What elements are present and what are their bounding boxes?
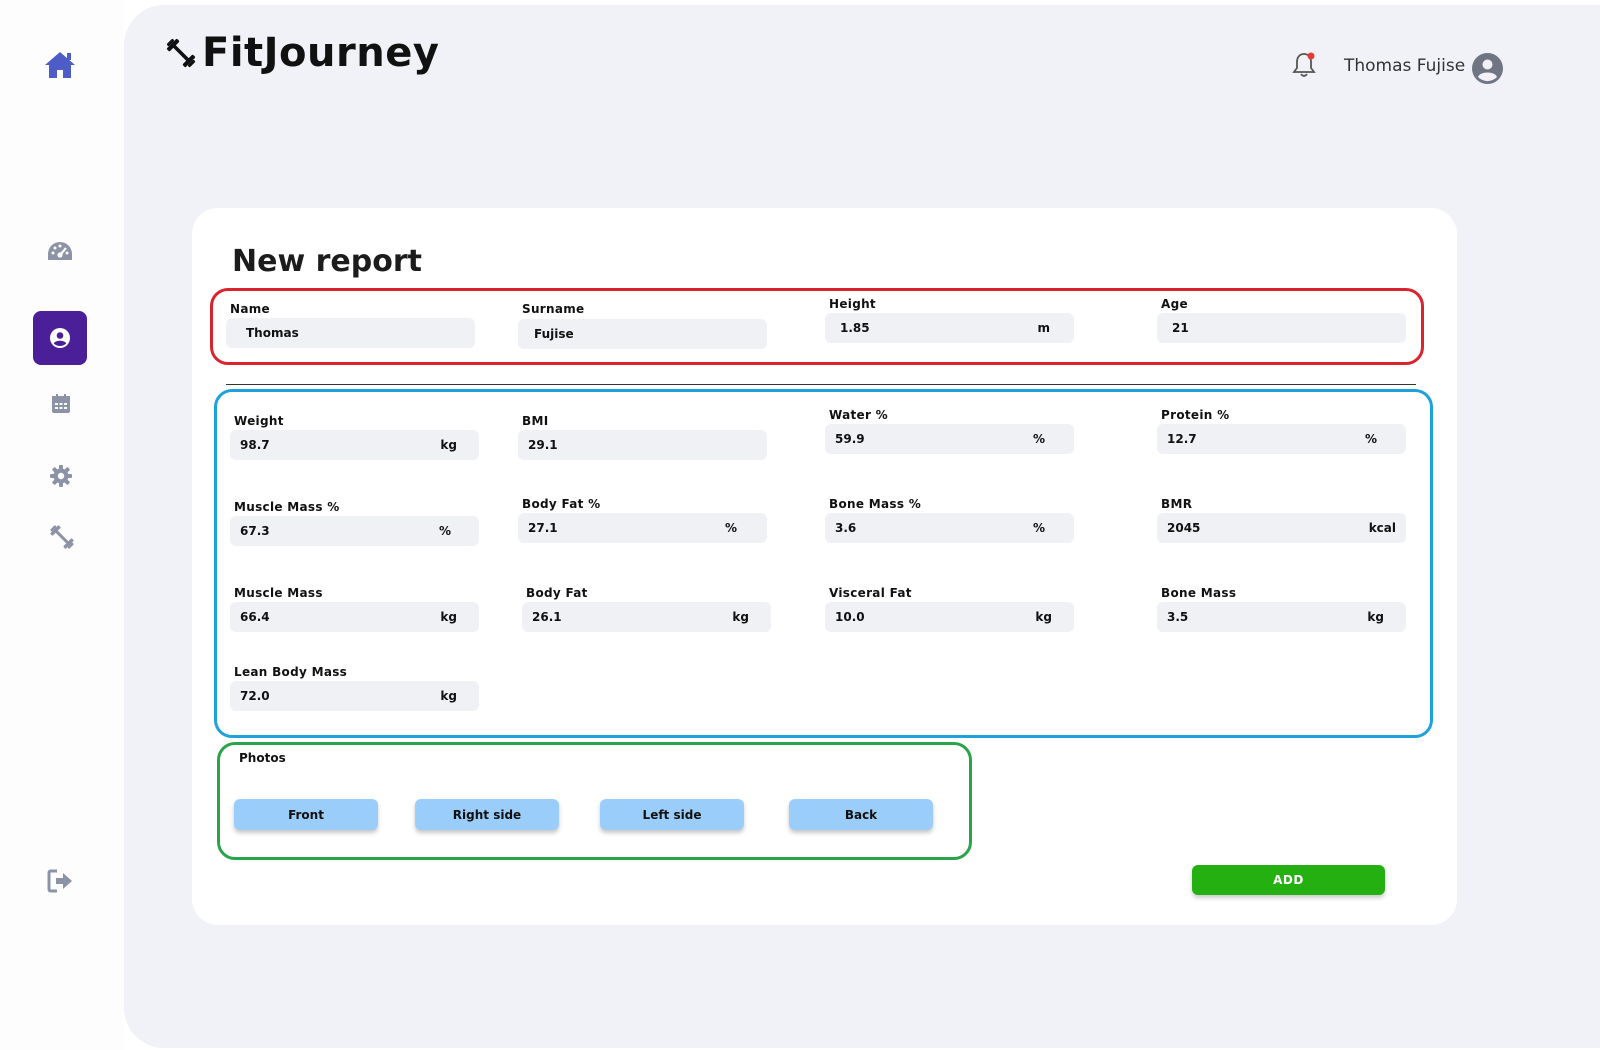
visceral-fat-unit: kg: [1035, 610, 1052, 624]
settings-icon: [50, 465, 72, 487]
age-input[interactable]: 21: [1157, 313, 1406, 343]
nav-calendar[interactable]: [48, 391, 74, 417]
bone-mass-input[interactable]: 3.5 kg: [1157, 602, 1406, 632]
nav-workouts[interactable]: [47, 522, 77, 552]
muscle-mass-input[interactable]: 66.4 kg: [230, 602, 479, 632]
body-fat-unit: kg: [732, 610, 749, 624]
nav-home[interactable]: [40, 48, 80, 82]
body-fat-input[interactable]: 26.1 kg: [522, 602, 771, 632]
water-input[interactable]: 59.9 %: [825, 424, 1074, 454]
muscle-pct-unit: %: [438, 524, 451, 538]
muscle-mass-value: 66.4: [240, 610, 270, 624]
bmr-input[interactable]: 2045 kcal: [1157, 513, 1406, 543]
photo-back-button[interactable]: Back: [789, 799, 933, 830]
bell-icon: [1292, 52, 1316, 77]
age-value: 21: [1172, 321, 1189, 335]
bone-pct-value: 3.6: [835, 521, 857, 535]
protein-label: Protein %: [1161, 408, 1230, 422]
protein-unit: %: [1364, 432, 1377, 446]
page-title: New report: [232, 244, 422, 279]
bmi-label: BMI: [522, 414, 549, 428]
surname-label: Surname: [522, 302, 585, 316]
water-label: Water %: [829, 408, 889, 422]
name-label: Name: [230, 302, 270, 316]
bmi-input[interactable]: 29.1: [518, 430, 767, 460]
logout-icon: [47, 869, 72, 893]
nav-settings[interactable]: [47, 462, 75, 490]
muscle-mass-label: Muscle Mass: [234, 586, 323, 600]
weight-input[interactable]: 98.7 kg: [230, 430, 479, 460]
bone-mass-value: 3.5: [1167, 610, 1189, 624]
lean-mass-input[interactable]: 72.0 kg: [230, 681, 479, 711]
lean-mass-unit: kg: [440, 689, 457, 703]
section-divider: [226, 384, 1416, 385]
bodyfat-pct-value: 27.1: [528, 521, 558, 535]
surname-input[interactable]: Fujise: [518, 319, 767, 349]
weight-value: 98.7: [240, 438, 270, 452]
height-value: 1.85: [840, 321, 870, 335]
body-fat-label: Body Fat: [526, 586, 588, 600]
bone-mass-unit: kg: [1367, 610, 1384, 624]
avatar[interactable]: [1471, 52, 1504, 89]
user-icon: [1472, 53, 1503, 84]
lean-mass-value: 72.0: [240, 689, 270, 703]
lean-mass-label: Lean Body Mass: [234, 665, 348, 679]
visceral-fat-label: Visceral Fat: [829, 586, 912, 600]
photo-right-side-button[interactable]: Right side: [415, 799, 559, 830]
name-input[interactable]: Thomas: [226, 318, 475, 348]
nav-logout[interactable]: [45, 866, 75, 896]
visceral-fat-value: 10.0: [835, 610, 865, 624]
height-label: Height: [829, 297, 876, 311]
nav-profile[interactable]: [33, 311, 87, 365]
bmr-label: BMR: [1161, 497, 1193, 511]
photo-left-side-button[interactable]: Left side: [600, 799, 744, 830]
bmi-value: 29.1: [528, 438, 558, 452]
profile-icon: [50, 328, 70, 348]
muscle-pct-label: Muscle Mass %: [234, 500, 340, 514]
nav-dashboard[interactable]: [44, 238, 76, 266]
protein-input[interactable]: 12.7 %: [1157, 424, 1406, 454]
bone-pct-unit: %: [1032, 521, 1045, 535]
height-unit: m: [1037, 321, 1050, 335]
notification-dot: [1307, 52, 1315, 60]
calendar-icon: [52, 394, 70, 413]
notifications-button[interactable]: [1290, 50, 1318, 84]
dumbbell-icon: [166, 38, 196, 68]
bmr-value: 2045: [1167, 521, 1201, 535]
photos-label: Photos: [239, 751, 286, 765]
height-input[interactable]: 1.85 m: [825, 313, 1074, 343]
water-value: 59.9: [835, 432, 865, 446]
photo-front-button[interactable]: Front: [234, 799, 378, 830]
app-logo: FitJourney: [164, 30, 439, 76]
bmr-unit: kcal: [1368, 521, 1396, 535]
dashboard-icon: [48, 242, 72, 260]
water-unit: %: [1032, 432, 1045, 446]
name-value: Thomas: [246, 326, 299, 340]
app-name: FitJourney: [202, 30, 440, 76]
weight-label: Weight: [234, 414, 284, 428]
protein-value: 12.7: [1167, 432, 1197, 446]
muscle-pct-value: 67.3: [240, 524, 270, 538]
bodyfat-pct-label: Body Fat %: [522, 497, 601, 511]
muscle-mass-unit: kg: [440, 610, 457, 624]
muscle-pct-input[interactable]: 67.3 %: [230, 516, 479, 546]
weight-unit: kg: [440, 438, 457, 452]
bone-pct-label: Bone Mass %: [829, 497, 922, 511]
bone-pct-input[interactable]: 3.6 %: [825, 513, 1074, 543]
add-button[interactable]: ADD: [1192, 865, 1385, 895]
user-name[interactable]: Thomas Fujise: [1344, 56, 1465, 76]
sidebar: [0, 0, 124, 1050]
home-icon: [45, 52, 75, 78]
dumbbell-icon: [50, 525, 74, 549]
surname-value: Fujise: [534, 327, 574, 341]
visceral-fat-input[interactable]: 10.0 kg: [825, 602, 1074, 632]
bodyfat-pct-unit: %: [724, 521, 737, 535]
bone-mass-label: Bone Mass: [1161, 586, 1237, 600]
body-fat-value: 26.1: [532, 610, 562, 624]
age-label: Age: [1161, 297, 1188, 311]
bodyfat-pct-input[interactable]: 27.1 %: [518, 513, 767, 543]
